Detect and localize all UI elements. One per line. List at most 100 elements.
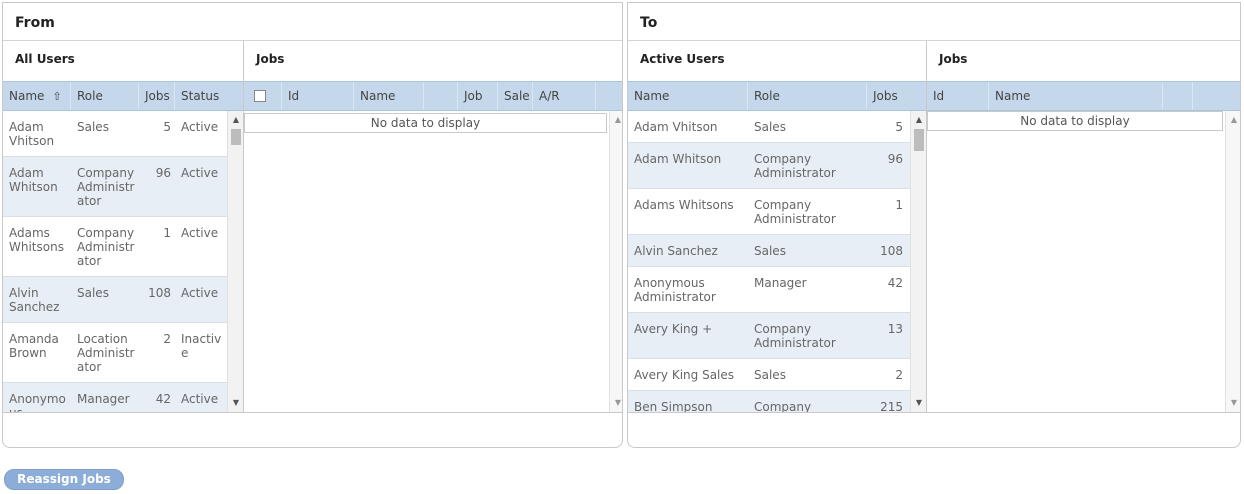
from-jobs-col-ar-header[interactable]: A/R [533,82,596,110]
table-row[interactable]: Alvin Sanchez Sales 108 Active [3,277,227,323]
from-user-cell-status: Active [181,120,219,134]
from-jobs-empty-message: No data to display [244,113,607,133]
table-row[interactable]: Adam Whitson Company Administrator 96 [628,143,910,189]
sort-arrow-up-icon[interactable]: ⇧ [52,83,61,111]
from-panel: From All Users Name ⇧ Role Jobs Status Ad… [2,2,623,448]
to-users-scrollbar[interactable]: ▲ ▼ [910,111,926,412]
reassign-jobs-button[interactable]: Reassign Jobs [4,469,124,490]
to-user-cell-name: Alvin Sanchez [634,244,718,258]
to-user-cell-role: Manager [754,276,807,290]
table-row[interactable]: Anonymous Administrator Manager 42 [628,267,910,313]
from-user-cell-role: Location Administr ator [77,332,135,374]
from-jobs-col-blank-header [424,82,458,110]
table-row[interactable]: Adam Whitson Company Administr ator 96 Acti… [3,157,227,217]
from-jobs-header: Id Name Job Sale A/R [244,81,622,111]
from-jobs-body: No data to display ▲ ▼ [244,111,622,412]
from-col-name-header[interactable]: Name ⇧ [3,82,71,110]
to-jobs-title: Jobs [939,52,968,66]
to-jobs-grid: Jobs Id Name No data to display ▲ ▼ [926,41,1240,412]
from-jobs-col-id-header[interactable]: Id [282,82,354,110]
to-jobs-col-name-header[interactable]: Name [989,82,1163,110]
from-users-grid: All Users Name ⇧ Role Jobs Status Adam Vh… [3,41,243,412]
from-user-cell-name: Anonymo us [9,392,66,412]
from-jobs-col-sale-header[interactable]: Sale [498,82,533,110]
to-col-name-header[interactable]: Name [628,82,748,110]
scroll-up-arrow-icon[interactable]: ▲ [228,113,243,127]
from-user-cell-status: Active [181,226,219,240]
to-panel-footer [628,412,1240,447]
from-jobs-scrollbar[interactable]: ▲ ▼ [609,111,622,412]
from-jobs-col-job-header[interactable]: Job [458,82,498,110]
to-user-cell-name: Avery King Sales [634,368,735,382]
to-jobs-scrollbar[interactable]: ▲ ▼ [1225,111,1240,412]
from-col-jobs-header[interactable]: Jobs [139,82,175,110]
from-col-status-header[interactable]: Status [175,82,243,110]
from-jobs-col-name-header[interactable]: Name [354,82,424,110]
to-jobs-header: Id Name [927,81,1240,111]
from-user-cell-jobs: 2 [163,332,171,346]
scroll-down-arrow-icon[interactable]: ▼ [610,396,622,410]
to-jobs-empty-message: No data to display [927,111,1223,131]
scroll-down-arrow-icon[interactable]: ▼ [911,396,926,410]
to-user-cell-jobs: 96 [887,152,903,166]
from-user-cell-name: Amanda Brown [9,332,59,360]
to-users-title: Active Users [640,52,725,66]
from-users-scrollbar[interactable]: ▲ ▼ [227,111,243,412]
from-user-cell-role: Manager [77,392,130,406]
from-col-role-header[interactable]: Role [71,82,139,110]
scroll-thumb[interactable] [914,129,924,151]
to-jobs-col-id-header[interactable]: Id [927,82,989,110]
from-user-cell-status: Active [181,286,219,300]
from-user-cell-role: Company Administr ator [77,166,135,208]
table-row[interactable]: Anonymo us Manager 42 Active [3,383,227,412]
table-row[interactable]: Avery King + Company Administrator 13 [628,313,910,359]
to-user-cell-role: Sales [754,244,786,258]
table-row[interactable]: Ben Simpson Company Administrator 215 [628,391,910,412]
from-jobs-grid: Jobs Id Name Job Sale A/R No data to dis… [243,41,622,412]
to-user-cell-role: Sales [754,368,786,382]
from-user-cell-jobs: 1 [163,226,171,240]
from-jobs-title: Jobs [256,52,285,66]
scroll-down-arrow-icon[interactable]: ▼ [1226,396,1240,410]
table-row[interactable]: Adam Vhitson Sales 5 Active [3,111,227,157]
scroll-thumb[interactable] [231,129,241,145]
from-user-cell-role: Company Administr ator [77,226,135,268]
to-user-cell-jobs: 5 [895,120,903,134]
select-all-checkbox[interactable] [254,89,266,102]
scroll-up-arrow-icon[interactable]: ▲ [911,113,926,127]
to-user-cell-role: Company Administrator [754,198,836,226]
to-user-cell-role: Company Administrator [754,322,836,350]
scroll-up-arrow-icon[interactable]: ▲ [610,113,622,127]
to-user-cell-name: Avery King + [634,322,713,336]
from-user-cell-name: Alvin Sanchez [9,286,60,314]
from-users-header: Name ⇧ Role Jobs Status [3,81,243,111]
from-col-name-label: Name [9,89,45,103]
from-panel-footer [3,412,622,447]
to-user-cell-jobs: 2 [895,368,903,382]
table-row[interactable]: Alvin Sanchez Sales 108 [628,235,910,267]
to-col-jobs-header[interactable]: Jobs [867,82,926,110]
to-user-cell-jobs: 215 [880,400,903,412]
to-users-body: Adam Vhitson Sales 5 Adam Whitson Company Ad… [628,111,926,412]
to-user-cell-jobs: 1 [895,198,903,212]
table-row[interactable]: Adams Whitsons Company Administrator 1 [628,189,910,235]
from-user-cell-status: Active [181,166,219,180]
scroll-down-arrow-icon[interactable]: ▼ [228,396,243,410]
table-row[interactable]: Adams Whitsons Company Administr ator 1 Act… [3,217,227,277]
from-user-cell-jobs: 96 [155,166,171,180]
table-row[interactable]: Avery King Sales Sales 2 [628,359,910,391]
from-users-body: Adam Vhitson Sales 5 Active Adam Whitson Comp… [3,111,243,412]
from-user-cell-jobs: 108 [148,286,171,300]
from-panel-title: From [3,3,622,41]
table-row[interactable]: Amanda Brown Location Administr ator 2 Inac… [3,323,227,383]
scroll-up-arrow-icon[interactable]: ▲ [1226,113,1240,127]
to-user-cell-jobs: 108 [880,244,903,258]
to-user-cell-name: Adam Whitson [634,152,722,166]
to-panel-title: To [628,3,1240,41]
from-users-title: All Users [15,52,75,66]
table-row[interactable]: Adam Vhitson Sales 5 [628,111,910,143]
to-col-role-header[interactable]: Role [748,82,867,110]
select-all-checkbox-header[interactable] [244,82,282,110]
from-user-cell-jobs: 42 [155,392,171,406]
from-user-cell-role: Sales [77,286,109,300]
